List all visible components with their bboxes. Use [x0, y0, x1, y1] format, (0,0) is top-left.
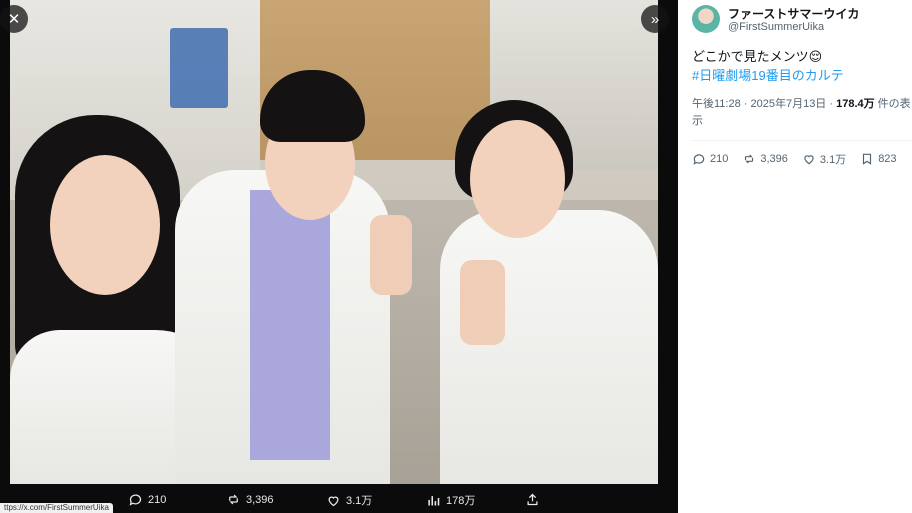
tweet-text: どこかで見たメンツ😌 #日曜劇場19番目のカルテ	[692, 47, 844, 85]
media-viewer: ✕ » 210 3,396 3.1万 178万 ttps://x.com/Fir…	[0, 0, 678, 513]
bookmark-button[interactable]: 823	[860, 152, 897, 166]
media-reply-count: 210	[148, 493, 167, 506]
media-repost-button[interactable]: 3,396	[226, 492, 274, 507]
like-button[interactable]: 3.1万	[802, 151, 846, 167]
tweet-meta: 午後11:28 · 2025年7月13日 · 178.4万 件の表示	[692, 96, 912, 130]
media-views-count: 178万	[446, 495, 476, 507]
reply-icon	[693, 154, 705, 165]
close-button[interactable]: ✕	[0, 5, 28, 33]
photo-person-middle	[170, 70, 420, 484]
reply-icon	[129, 494, 142, 506]
views-icon	[428, 495, 440, 505]
media-views-button[interactable]: 178万	[426, 492, 475, 508]
expand-icon: »	[650, 10, 660, 28]
view-count: 178.4万	[836, 98, 875, 110]
media-like-button[interactable]: 3.1万	[326, 492, 372, 508]
reply-button[interactable]: 210	[692, 152, 728, 166]
tweet-panel: ファーストサマーウイカ @FirstSummerUika どこかで見たメンツ😌 …	[678, 0, 912, 513]
heart-icon	[804, 155, 814, 165]
heart-icon	[328, 496, 339, 506]
close-icon: ✕	[7, 11, 21, 28]
status-bar-url: ttps://x.com/FirstSummerUika	[0, 503, 113, 513]
repost-count: 3,396	[760, 153, 788, 165]
media-reply-button[interactable]: 210	[128, 492, 166, 507]
media-like-count: 3.1万	[346, 495, 373, 507]
photo-person-right	[425, 100, 658, 484]
display-name[interactable]: ファーストサマーウイカ	[728, 5, 859, 22]
repost-icon	[745, 154, 754, 164]
bookmark-icon	[863, 153, 872, 165]
like-count: 3.1万	[819, 154, 847, 166]
repost-icon	[229, 494, 238, 505]
reply-count: 210	[710, 153, 729, 165]
tweet-timestamp[interactable]: 午後11:28 · 2025年7月13日 ·	[692, 98, 836, 110]
tweet-photo[interactable]	[10, 0, 658, 484]
media-repost-count: 3,396	[246, 493, 274, 506]
repost-button[interactable]: 3,396	[742, 152, 788, 166]
expand-panel-button[interactable]: »	[641, 5, 669, 33]
avatar[interactable]	[692, 5, 720, 33]
bookmark-count: 823	[878, 153, 897, 165]
tweet-stats: 210 3,396 3.1万 823	[692, 151, 912, 167]
media-share-button[interactable]	[525, 492, 540, 507]
hashtag-link[interactable]: #日曜劇場19番目のカルテ	[692, 66, 844, 85]
divider	[692, 140, 912, 141]
share-icon	[527, 493, 538, 506]
account-handle[interactable]: @FirstSummerUika	[728, 21, 824, 33]
tweet-body: どこかで見たメンツ😌	[692, 49, 823, 64]
